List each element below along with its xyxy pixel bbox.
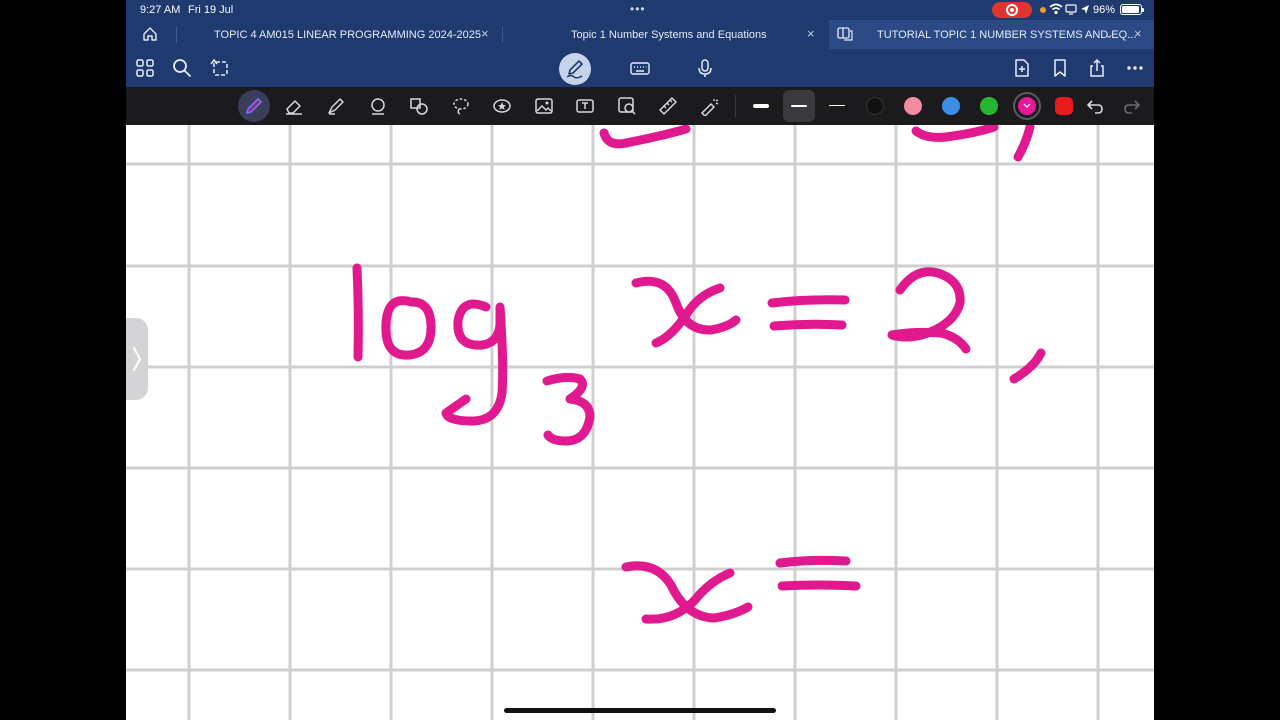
eraser-icon[interactable] bbox=[284, 96, 304, 116]
ruler-icon[interactable] bbox=[658, 96, 678, 116]
tab-close-button[interactable]: × bbox=[1134, 26, 1142, 41]
handwriting-layer bbox=[352, 125, 1046, 624]
keyboard-icon[interactable] bbox=[630, 58, 650, 78]
color-light-pink-swatch[interactable] bbox=[904, 97, 922, 115]
ink-stroke-top-tick bbox=[1013, 125, 1035, 162]
highlighter-icon[interactable] bbox=[326, 96, 346, 116]
ink-equals2-top bbox=[775, 555, 851, 568]
stroke-medium-button[interactable] bbox=[783, 90, 815, 122]
location-icon bbox=[1081, 5, 1089, 14]
shape-tool-icon[interactable] bbox=[409, 96, 429, 116]
battery-icon bbox=[1120, 4, 1144, 15]
shapes-icon[interactable] bbox=[368, 96, 388, 116]
ink-2 bbox=[887, 267, 971, 354]
scan-image-icon[interactable] bbox=[617, 96, 637, 116]
tab-label: TUTORIAL TOPIC 1 NUMBER SYSTEMS AND EQ..… bbox=[877, 29, 1137, 41]
tab-label: TOPIC 4 AM015 LINEAR PROGRAMMING 2024-20… bbox=[214, 29, 481, 41]
stroke-thin-button[interactable] bbox=[745, 90, 777, 122]
app-screen: 9:27 AM Fri 19 Jul ••• 96% TOPIC 4 AM015… bbox=[126, 0, 1154, 720]
home-indicator[interactable] bbox=[504, 708, 776, 713]
ink-subscript-3 bbox=[542, 372, 595, 446]
ink-stroke-top-left bbox=[599, 125, 691, 149]
ink-comma bbox=[1009, 348, 1046, 384]
battery-percentage: 96% bbox=[1093, 4, 1116, 16]
color-green-swatch[interactable] bbox=[980, 97, 998, 115]
color-black-swatch[interactable] bbox=[866, 97, 884, 115]
text-tool-icon[interactable] bbox=[575, 96, 595, 116]
status-bar: 9:27 AM Fri 19 Jul ••• 96% bbox=[126, 0, 1154, 20]
ink-l bbox=[352, 263, 363, 362]
note-canvas[interactable] bbox=[126, 125, 1154, 720]
main-toolbar bbox=[126, 49, 1154, 87]
tab-close-button[interactable]: × bbox=[807, 26, 815, 41]
pen-icon bbox=[246, 98, 262, 114]
ink-equals2-bottom bbox=[777, 580, 861, 591]
tab-label: Topic 1 Number Systems and Equations bbox=[571, 29, 767, 41]
sticker-icon[interactable] bbox=[492, 96, 512, 116]
tab-dropdown-icon[interactable]: ⌄ bbox=[1104, 27, 1114, 41]
undo-icon[interactable] bbox=[1085, 96, 1105, 116]
color-magenta-swatch-selected[interactable] bbox=[1013, 92, 1041, 120]
ink-stroke-top-right bbox=[911, 125, 999, 142]
ink-equals-top bbox=[767, 295, 850, 308]
tab-linear-programming[interactable]: TOPIC 4 AM015 LINEAR PROGRAMMING 2024-20… bbox=[177, 20, 502, 49]
lasso-icon[interactable] bbox=[451, 96, 471, 116]
home-icon[interactable] bbox=[142, 26, 158, 42]
status-date: Fri 19 Jul bbox=[188, 4, 234, 16]
pen-tool-button[interactable] bbox=[238, 90, 270, 122]
thumbnails-icon[interactable] bbox=[135, 58, 155, 78]
image-icon[interactable] bbox=[534, 96, 554, 116]
bookmark-icon[interactable] bbox=[1050, 58, 1070, 78]
ink-g bbox=[441, 299, 508, 426]
pen-mode-icon bbox=[566, 60, 583, 79]
color-red-swatch[interactable] bbox=[1055, 97, 1073, 115]
tab-bar: TOPIC 4 AM015 LINEAR PROGRAMMING 2024-20… bbox=[126, 20, 1154, 49]
multitasking-dots-icon[interactable]: ••• bbox=[630, 2, 646, 16]
tab-tutorial-active[interactable]: TUTORIAL TOPIC 1 NUMBER SYSTEMS AND EQ..… bbox=[829, 20, 1154, 49]
more-icon[interactable] bbox=[1125, 58, 1145, 78]
stroke-fine-button[interactable] bbox=[821, 90, 853, 122]
status-time: 9:27 AM bbox=[140, 4, 181, 16]
ink-x-stroke2 bbox=[651, 283, 725, 348]
ink-equals-bottom bbox=[769, 319, 847, 331]
add-page-icon[interactable] bbox=[1012, 58, 1032, 78]
tab-close-button[interactable]: × bbox=[481, 26, 489, 41]
toolbar-divider bbox=[735, 95, 736, 117]
chevron-down-icon bbox=[1023, 103, 1031, 108]
search-icon[interactable] bbox=[172, 58, 192, 78]
drawing-toolbar bbox=[126, 87, 1154, 125]
redo-icon[interactable] bbox=[1122, 96, 1142, 116]
ink-o bbox=[381, 296, 436, 360]
wifi-icon bbox=[1049, 3, 1063, 15]
share-icon[interactable] bbox=[1087, 58, 1107, 78]
pen-mode-button[interactable] bbox=[559, 53, 591, 85]
chevron-right-icon bbox=[133, 347, 141, 371]
screen-mirror-icon bbox=[1065, 4, 1077, 15]
microphone-icon[interactable] bbox=[695, 58, 715, 78]
split-view-icon[interactable] bbox=[837, 27, 853, 41]
screen-recording-icon[interactable] bbox=[992, 2, 1032, 18]
color-blue-swatch[interactable] bbox=[942, 97, 960, 115]
laser-pointer-icon[interactable] bbox=[699, 96, 719, 116]
sync-icon[interactable] bbox=[210, 58, 230, 78]
mic-indicator-icon bbox=[1040, 7, 1046, 13]
sidebar-handle[interactable] bbox=[126, 318, 148, 400]
tab-number-systems[interactable]: Topic 1 Number Systems and Equations × bbox=[503, 20, 828, 49]
